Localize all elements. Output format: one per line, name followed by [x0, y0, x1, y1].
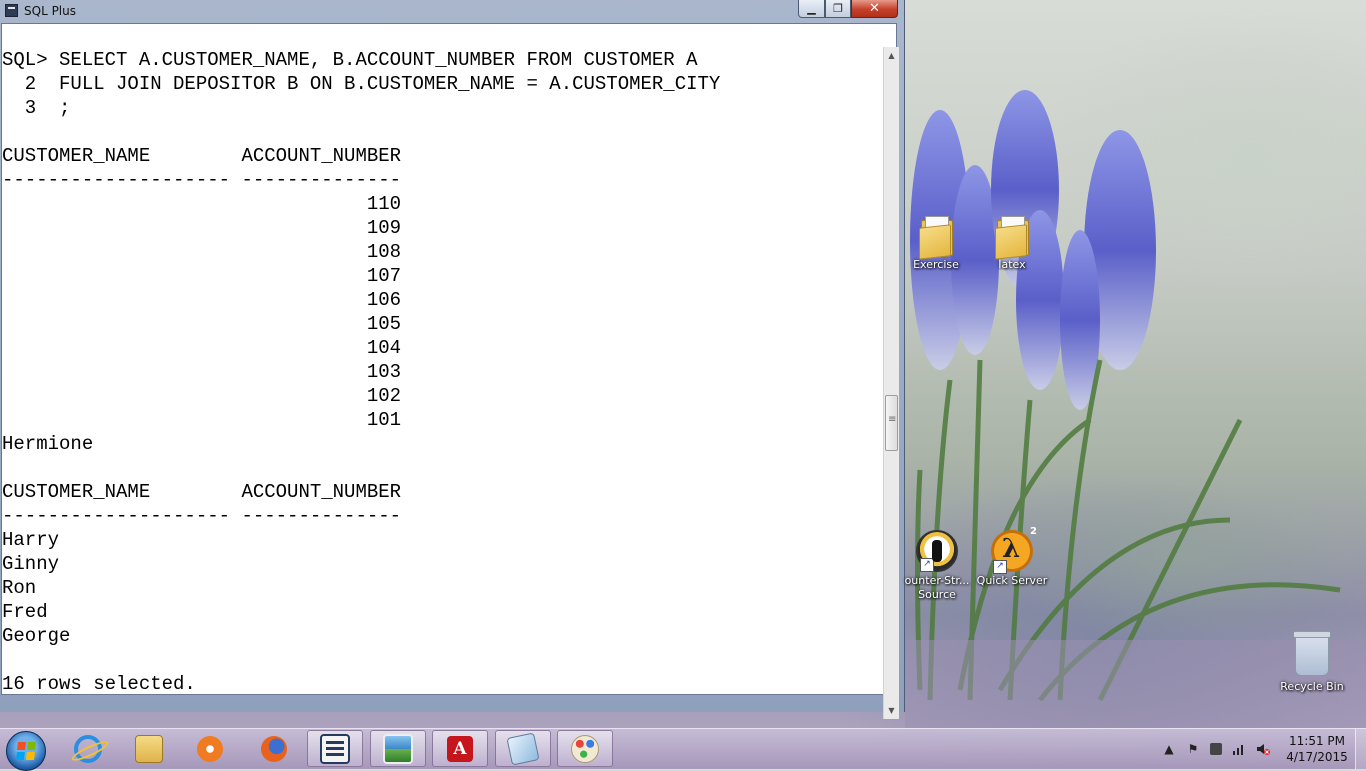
- console-line: 16 rows selected.: [2, 673, 196, 695]
- sql-plus-icon: [320, 733, 350, 764]
- desktop-icon-exercise[interactable]: Exercise: [897, 214, 975, 272]
- console-line: 102: [2, 385, 402, 407]
- console-output[interactable]: SQL> SELECT A.CUSTOMER_NAME, B.ACCOUNT_N…: [2, 48, 882, 695]
- shortcut-arrow-icon: ↗: [993, 560, 1007, 574]
- console-line: 101: [2, 409, 402, 431]
- taskbar-windows-explorer[interactable]: [121, 730, 177, 767]
- taskbar-adobe-reader[interactable]: A: [432, 730, 488, 767]
- console-line: 107: [2, 265, 402, 287]
- device-icon[interactable]: [1210, 743, 1222, 755]
- photo-viewer-icon: [383, 733, 413, 764]
- internet-explorer-icon: [74, 734, 102, 763]
- clock-time: 11:51 PM: [1289, 734, 1345, 748]
- console-line: 104: [2, 337, 402, 359]
- console-line: 109: [2, 217, 402, 239]
- desktop-icon-quick-server[interactable]: 2 ↗ Quick Server: [973, 526, 1051, 588]
- clock-date: 4/17/2015: [1286, 750, 1348, 764]
- windows-logo-icon: [16, 742, 36, 760]
- folder-icon: [919, 214, 953, 260]
- taskbar-paint[interactable]: [557, 730, 613, 767]
- taskbar-internet-explorer[interactable]: [60, 730, 116, 767]
- half-life-2-icon: 2 ↗: [991, 526, 1037, 574]
- close-icon: ✕: [869, 1, 880, 16]
- desktop-icon-latex[interactable]: latex: [973, 214, 1051, 272]
- shortcut-arrow-icon: ↗: [920, 558, 934, 572]
- console-line: CUSTOMER_NAME ACCOUNT_NUMBER: [2, 145, 402, 167]
- console-line: CUSTOMER_NAME ACCOUNT_NUMBER: [2, 481, 402, 503]
- console-line: Ginny: [2, 553, 60, 575]
- console-line: Fred: [2, 601, 48, 623]
- console-line: 106: [2, 289, 402, 311]
- desktop-icon-label-line2: Source: [918, 588, 956, 601]
- counter-strike-icon: ↗: [916, 530, 958, 572]
- network-signal-icon[interactable]: [1232, 742, 1246, 756]
- sql-plus-window: SQL Plus ▁ ❐ ✕ ▲ ▼ SQL> SELECT A.CUSTOME…: [0, 0, 905, 719]
- console-line: Ron: [2, 577, 37, 599]
- desktop-icon-label: ounter-Str...: [904, 574, 970, 587]
- taskbar-media-player[interactable]: [182, 730, 238, 767]
- taskbar-sql-plus[interactable]: [307, 730, 363, 767]
- desktop-icon-label: Exercise: [913, 258, 959, 271]
- console-line: SQL> SELECT A.CUSTOMER_NAME, B.ACCOUNT_N…: [2, 49, 698, 71]
- taskbar: A ▲ ⚑ 11:51 PM 4/17/2015: [0, 728, 1366, 771]
- console-line: -------------------- --------------: [2, 169, 402, 191]
- show-desktop-button[interactable]: [1355, 729, 1366, 769]
- snipping-tool-icon: [506, 731, 540, 766]
- maximize-button[interactable]: ❐: [825, 0, 851, 18]
- recycle-bin-icon: [1293, 631, 1331, 676]
- taskbar-photo-viewer[interactable]: [370, 730, 426, 767]
- window-title: SQL Plus: [24, 4, 76, 18]
- desktop-icon-label: Quick Server: [976, 574, 1048, 587]
- console-line: 103: [2, 361, 402, 383]
- taskbar-firefox[interactable]: [246, 730, 302, 767]
- system-tray: ▲ ⚑: [1162, 729, 1280, 769]
- action-center-flag-icon[interactable]: ⚑: [1186, 742, 1200, 756]
- minimize-button[interactable]: ▁: [798, 0, 825, 18]
- scroll-up-arrow[interactable]: ▲: [884, 47, 899, 64]
- desktop-icon-label: latex: [998, 258, 1026, 271]
- title-bar[interactable]: SQL Plus: [0, 0, 905, 22]
- scroll-thumb[interactable]: [885, 395, 898, 451]
- desktop-icon-counter-strike[interactable]: ↗ ounter-Str... Source: [898, 530, 976, 602]
- volume-muted-icon[interactable]: [1256, 742, 1270, 756]
- paint-icon: [571, 734, 599, 763]
- vertical-scrollbar[interactable]: ▲ ▼: [883, 47, 899, 719]
- console-line: 3 ;: [2, 97, 71, 119]
- windows-explorer-icon: [135, 734, 163, 763]
- close-button[interactable]: ✕: [851, 0, 898, 18]
- console-line: 2 FULL JOIN DEPOSITOR B ON B.CUSTOMER_NA…: [2, 73, 721, 95]
- start-button[interactable]: [6, 731, 46, 771]
- console-line: Hermione: [2, 433, 94, 455]
- maximize-icon: ❐: [833, 2, 843, 15]
- firefox-icon: [261, 735, 287, 762]
- taskbar-snipping-tool[interactable]: [495, 730, 551, 767]
- minimize-icon: ▁: [807, 2, 816, 15]
- clock[interactable]: 11:51 PM 4/17/2015: [1282, 733, 1352, 765]
- console-line: 110: [2, 193, 402, 215]
- desktop-icon-recycle-bin[interactable]: Recycle Bin: [1273, 631, 1351, 694]
- folder-icon: [995, 214, 1029, 260]
- desktop-icon-label: Recycle Bin: [1280, 680, 1344, 693]
- console-line: -------------------- --------------: [2, 505, 402, 527]
- show-hidden-icons-arrow[interactable]: ▲: [1162, 742, 1176, 756]
- console-line: George: [2, 625, 71, 647]
- media-player-icon: [197, 735, 223, 762]
- console-line: Harry: [2, 529, 60, 551]
- half-life-2-badge: 2: [1030, 526, 1037, 537]
- adobe-reader-icon: A: [447, 735, 473, 762]
- scroll-down-arrow[interactable]: ▼: [884, 702, 899, 719]
- console-line: 108: [2, 241, 402, 263]
- sql-plus-app-icon[interactable]: [5, 4, 18, 17]
- console-line: 105: [2, 313, 402, 335]
